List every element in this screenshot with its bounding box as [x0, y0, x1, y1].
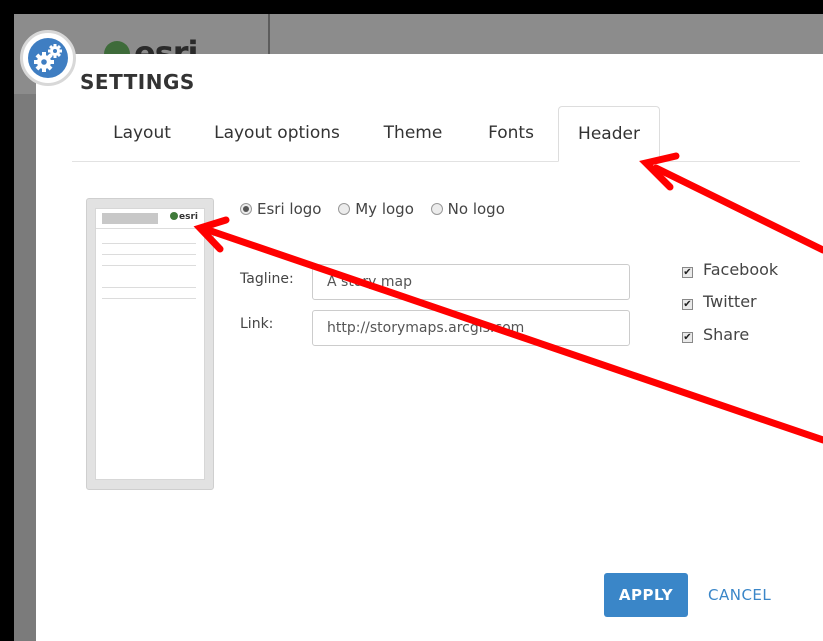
radio-no-logo[interactable]: No logo — [430, 200, 505, 218]
logo-radio-group: Esri logo My logo No logo — [240, 200, 517, 218]
globe-icon — [170, 212, 178, 220]
preview-line — [102, 265, 196, 266]
preview-page: esri — [95, 208, 205, 480]
tab-layout-options[interactable]: Layout options — [212, 106, 342, 161]
settings-tabs: Layout Layout options Theme Fonts Header — [72, 106, 800, 162]
tab-layout[interactable]: Layout — [110, 106, 174, 161]
preview-line — [102, 298, 196, 299]
tab-header[interactable]: Header — [558, 106, 660, 162]
preview-line — [102, 243, 196, 244]
gears-icon — [34, 44, 62, 72]
radio-unchecked-icon[interactable] — [338, 203, 351, 215]
preview-line — [102, 287, 196, 288]
radio-esri-logo[interactable]: Esri logo — [240, 200, 321, 218]
settings-gear-badge — [20, 30, 76, 86]
checkbox-checked-icon[interactable]: ✔ — [682, 332, 693, 343]
checkbox-checked-icon[interactable]: ✔ — [682, 267, 693, 278]
preview-line — [102, 254, 196, 255]
link-input[interactable] — [312, 310, 630, 346]
preview-esri-logo: esri — [170, 212, 198, 222]
checkbox-facebook[interactable]: ✔ Facebook — [682, 260, 778, 279]
link-label: Link: — [240, 316, 274, 332]
tagline-label: Tagline: — [240, 271, 294, 287]
checkbox-checked-icon[interactable]: ✔ — [682, 299, 693, 310]
backdrop-sidebar — [14, 94, 36, 641]
checkbox-share[interactable]: ✔ Share — [682, 325, 749, 344]
dialog-title: SETTINGS — [80, 70, 195, 94]
radio-unchecked-icon[interactable] — [430, 203, 443, 215]
tagline-input[interactable] — [312, 264, 630, 300]
tab-fonts[interactable]: Fonts — [484, 106, 538, 161]
radio-my-logo[interactable]: My logo — [338, 200, 414, 218]
cancel-button[interactable]: CANCEL — [708, 573, 771, 617]
preview-title-placeholder — [102, 213, 158, 224]
tab-theme[interactable]: Theme — [380, 106, 446, 161]
checkbox-twitter[interactable]: ✔ Twitter — [682, 292, 757, 311]
radio-checked-icon[interactable] — [240, 203, 252, 215]
apply-button[interactable]: APPLY — [604, 573, 688, 617]
header-preview: esri — [86, 198, 214, 490]
preview-header: esri — [96, 209, 204, 229]
